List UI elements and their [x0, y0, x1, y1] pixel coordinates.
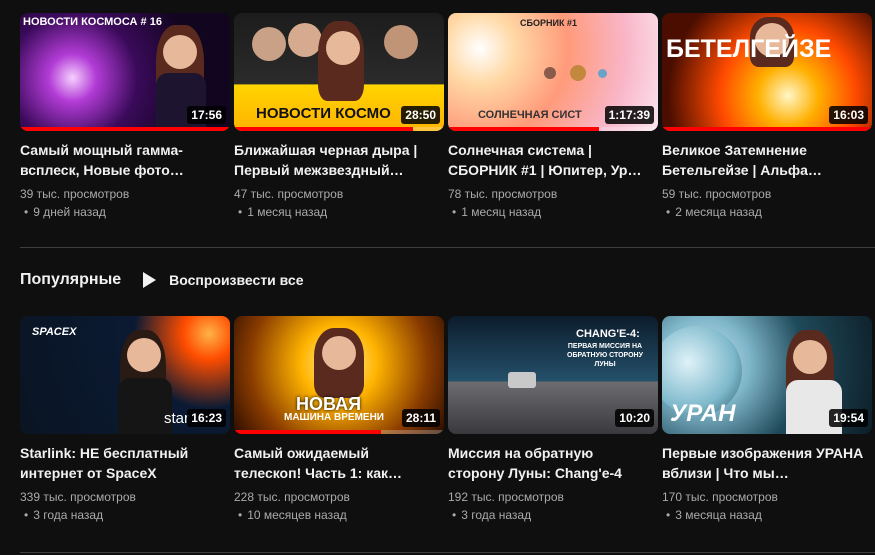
view-count: 78 тыс. просмотров: [448, 187, 558, 201]
video-meta: 39 тыс. просмотров 9 дней назад: [20, 185, 230, 221]
video-title[interactable]: Первые изображения УРАНА вблизи | Что мы…: [662, 443, 872, 483]
shelf-title[interactable]: Популярные: [20, 271, 121, 289]
video-thumbnail[interactable]: УРАН 19:54: [662, 316, 872, 434]
video-card[interactable]: SPACEX star 16:23 Starlink: НЕ бесплатны…: [20, 316, 230, 524]
duration-badge: 1:17:39: [604, 106, 654, 124]
thumbnail-caption: НОВОСТИ КОСМО: [256, 105, 391, 122]
video-card[interactable]: НОВАЯ МАШИНА ВРЕМЕНИ 28:11 Самый ожидаем…: [234, 316, 444, 524]
thumbnail-caption: СБОРНИК #1: [520, 18, 577, 28]
thumbnail-caption-secondary: СОЛНЕЧНАЯ СИСТ: [478, 109, 582, 121]
upload-age: 10 месяцев назад: [234, 506, 444, 524]
thumbnail-caption: УРАН: [670, 400, 736, 427]
view-count: 339 тыс. просмотров: [20, 490, 136, 504]
duration-badge: 10:20: [615, 409, 654, 427]
thumbnail-caption-secondary: star: [164, 410, 190, 427]
play-icon: [143, 272, 157, 288]
thumbnail-caption: SPACEX: [32, 326, 77, 338]
thumbnail-caption-secondary: МАШИНА ВРЕМЕНИ: [284, 412, 384, 423]
duration-badge: 16:03: [829, 106, 868, 124]
video-meta: 339 тыс. просмотров 3 года назад: [20, 488, 230, 524]
video-title[interactable]: Солнечная система | СБОРНИК #1 | Юпитер,…: [448, 140, 658, 180]
video-row-popular: SPACEX star 16:23 Starlink: НЕ бесплатны…: [20, 316, 872, 524]
watch-progress-bar: [234, 430, 381, 434]
play-all-label: Воспроизвести все: [169, 272, 304, 288]
video-title[interactable]: Starlink: НЕ бесплатный интернет от Spac…: [20, 443, 230, 483]
video-meta: 78 тыс. просмотров 1 месяц назад: [448, 185, 658, 221]
section-divider: [20, 552, 875, 553]
video-card[interactable]: БЕТЕЛГЕЙЗЕ 16:03 Великое Затемнение Бете…: [662, 13, 872, 221]
video-card[interactable]: CHANG'E-4: ПЕРВАЯ МИССИЯ НА ОБРАТНУЮ СТО…: [448, 316, 658, 524]
video-title[interactable]: Великое Затемнение Бетельгейзе | Альфа…: [662, 140, 872, 180]
video-title[interactable]: Самый мощный гамма-всплеск, Новые фото…: [20, 140, 230, 180]
video-thumbnail[interactable]: SPACEX star 16:23: [20, 316, 230, 434]
video-card[interactable]: СБОРНИК #1 СОЛНЕЧНАЯ СИСТ 1:17:39 Солнеч…: [448, 13, 658, 221]
upload-age: 1 месяц назад: [234, 203, 444, 221]
duration-badge: 28:11: [401, 409, 440, 427]
video-title[interactable]: Миссия на обратную сторону Луны: Chang'e…: [448, 443, 658, 483]
upload-age: 1 месяц назад: [448, 203, 658, 221]
video-thumbnail[interactable]: СБОРНИК #1 СОЛНЕЧНАЯ СИСТ 1:17:39: [448, 13, 658, 131]
video-meta: 170 тыс. просмотров 3 месяца назад: [662, 488, 872, 524]
video-meta: 192 тыс. просмотров 3 года назад: [448, 488, 658, 524]
view-count: 59 тыс. просмотров: [662, 187, 772, 201]
upload-age: 9 дней назад: [20, 203, 230, 221]
view-count: 39 тыс. просмотров: [20, 187, 130, 201]
duration-badge: 28:50: [401, 106, 440, 124]
video-thumbnail[interactable]: НОВОСТИ КОСМО 28:50: [234, 13, 444, 131]
video-thumbnail[interactable]: БЕТЕЛГЕЙЗЕ 16:03: [662, 13, 872, 131]
section-divider: [20, 247, 875, 248]
watch-progress-bar: [448, 127, 600, 131]
view-count: 47 тыс. просмотров: [234, 187, 344, 201]
video-meta: 47 тыс. просмотров 1 месяц назад: [234, 185, 444, 221]
upload-age: 3 года назад: [448, 506, 658, 524]
video-card[interactable]: НОВОСТИ КОСМО 28:50 Ближайшая черная дыр…: [234, 13, 444, 221]
video-thumbnail[interactable]: CHANG'E-4: ПЕРВАЯ МИССИЯ НА ОБРАТНУЮ СТО…: [448, 316, 658, 434]
view-count: 192 тыс. просмотров: [448, 490, 564, 504]
thumbnail-caption: CHANG'E-4:: [576, 328, 640, 340]
duration-badge: 16:23: [187, 409, 226, 427]
video-row-recent: НОВОСТИ КОСМОСА # 16 17:56 Самый мощный …: [20, 13, 872, 221]
thumbnail-caption-secondary: ПЕРВАЯ МИССИЯ НА ОБРАТНУЮ СТОРОНУ ЛУНЫ: [567, 343, 643, 368]
video-meta: 59 тыс. просмотров 2 месяца назад: [662, 185, 872, 221]
shelf-header: Популярные Воспроизвести все: [20, 271, 304, 289]
thumbnail-caption: НОВОСТИ КОСМОСА # 16: [23, 16, 162, 28]
view-count: 170 тыс. просмотров: [662, 490, 778, 504]
video-thumbnail[interactable]: НОВАЯ МАШИНА ВРЕМЕНИ 28:11: [234, 316, 444, 434]
upload-age: 2 месяца назад: [662, 203, 872, 221]
video-card[interactable]: УРАН 19:54 Первые изображения УРАНА вбли…: [662, 316, 872, 524]
watch-progress-bar: [20, 127, 230, 131]
play-all-button[interactable]: Воспроизвести все: [143, 272, 304, 288]
upload-age: 3 года назад: [20, 506, 230, 524]
video-title[interactable]: Ближайшая черная дыра | Первый межзвездн…: [234, 140, 444, 180]
duration-badge: 19:54: [829, 409, 868, 427]
thumbnail-caption: БЕТЕЛГЕЙЗЕ: [666, 35, 832, 63]
watch-progress-bar: [662, 127, 872, 131]
video-card[interactable]: НОВОСТИ КОСМОСА # 16 17:56 Самый мощный …: [20, 13, 230, 221]
upload-age: 3 месяца назад: [662, 506, 872, 524]
video-meta: 228 тыс. просмотров 10 месяцев назад: [234, 488, 444, 524]
video-title[interactable]: Самый ожидаемый телескоп! Часть 1: как…: [234, 443, 444, 483]
view-count: 228 тыс. просмотров: [234, 490, 350, 504]
video-thumbnail[interactable]: НОВОСТИ КОСМОСА # 16 17:56: [20, 13, 230, 131]
watch-progress-bar: [234, 127, 413, 131]
duration-badge: 17:56: [187, 106, 226, 124]
